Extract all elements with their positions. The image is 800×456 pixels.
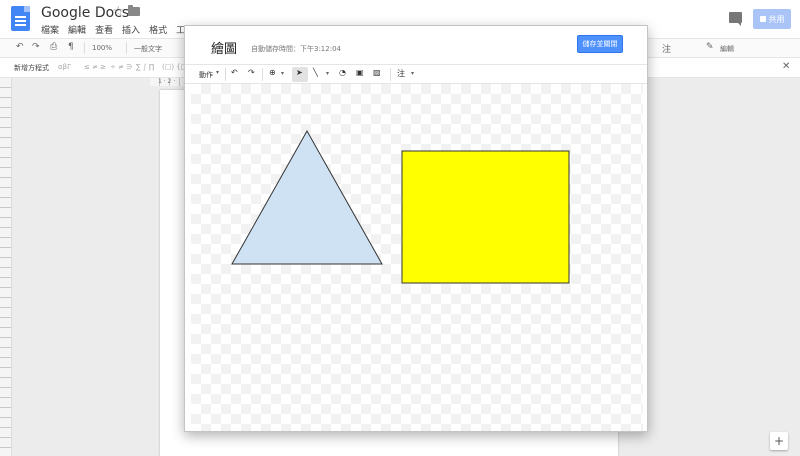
save-and-close-button[interactable]: 儲存並關閉 [577, 35, 623, 53]
redo-icon[interactable]: ↷ [248, 68, 255, 77]
dialog-title: 繪圖 [211, 42, 238, 57]
autosave-status: 自動儲存時間：下午3:12:04 [251, 45, 341, 53]
share-button[interactable]: 共用 [753, 9, 791, 29]
menu-file[interactable]: 檔案 [41, 23, 59, 36]
toolbar-divider [84, 42, 85, 54]
paint-format-icon[interactable]: ¶ [68, 42, 74, 52]
style-select[interactable]: 一般文字 [134, 44, 162, 54]
image-icon[interactable]: ▨ [373, 68, 381, 77]
redo-icon[interactable]: ↷ [32, 42, 40, 52]
chevron-down-icon: ▾ [411, 70, 415, 77]
misc-operations-menu[interactable]: ≤ ≠ ≥ [84, 63, 106, 71]
share-label: 共用 [768, 14, 785, 24]
ruler-numbers: 1 · 2 · [158, 78, 176, 85]
select-cursor-icon[interactable]: ➤ [296, 68, 303, 77]
drawing-svg [231, 129, 570, 284]
greek-letters-menu[interactable]: αβΓ [58, 63, 71, 71]
print-icon[interactable]: ⎙ [50, 42, 57, 52]
close-icon[interactable]: ✕ [782, 61, 790, 72]
toolbar-divider [225, 68, 226, 81]
relations-menu[interactable]: ÷ ≠ ∋ [110, 63, 132, 71]
pencil-icon[interactable]: ✎ [706, 42, 714, 52]
menu-insert[interactable]: 插入 [122, 23, 140, 36]
vertical-ruler [0, 78, 12, 456]
notes-tool[interactable]: 注 [397, 68, 405, 79]
text-box-icon[interactable]: ▣ [356, 68, 364, 77]
zoom-select[interactable]: 100% [92, 44, 112, 52]
menu-edit[interactable]: 編輯 [68, 23, 86, 36]
new-equation-button[interactable]: 新增方程式 [14, 63, 49, 73]
line-tool-icon[interactable]: ╲ [313, 68, 318, 77]
shape-tool-icon[interactable]: ◔ [339, 68, 346, 77]
menu-format[interactable]: 格式 [149, 23, 167, 36]
math-operators-menu[interactable]: ∑ ∫ ∏ [136, 63, 154, 71]
undo-icon[interactable]: ↶ [231, 68, 238, 77]
lock-icon [759, 16, 766, 22]
toolbar-divider [262, 68, 263, 81]
drawing-toolbar: 動作 ▾ ↶ ↷ ⊕ ▾ ➤ ╲ ▾ ◔ ▣ ▨ 注 ▾ [185, 64, 647, 84]
chevron-down-icon: ▾ [216, 69, 220, 76]
edit-mode-select[interactable]: 編輯 [720, 44, 734, 54]
chevron-down-icon: ▾ [281, 70, 285, 77]
toolbar-divider [126, 42, 127, 54]
menu-view[interactable]: 查看 [95, 23, 113, 36]
toolbar-divider [390, 68, 391, 81]
drawing-dialog: 繪圖 自動儲存時間：下午3:12:04 儲存並關閉 動作 ▾ ↶ ↷ ⊕ ▾ ➤… [184, 25, 648, 432]
star-icon[interactable]: ☆ [112, 4, 125, 20]
notes-select[interactable]: 注 [662, 42, 671, 55]
zoom-icon[interactable]: ⊕ [269, 68, 276, 77]
triangle-shape[interactable] [231, 129, 383, 265]
chevron-down-icon: ▾ [326, 70, 330, 77]
rectangle-shape[interactable] [401, 150, 570, 284]
undo-icon[interactable]: ↶ [16, 42, 24, 52]
folder-icon[interactable] [128, 5, 140, 16]
docs-logo-icon[interactable] [11, 6, 30, 31]
actions-menu[interactable]: 動作 [199, 70, 213, 80]
menu-bar: 檔案 編輯 查看 插入 格式 工具 [41, 23, 194, 36]
comments-icon[interactable] [729, 12, 742, 26]
drawing-canvas[interactable] [191, 84, 643, 431]
add-comment-icon[interactable]: + [770, 432, 788, 450]
